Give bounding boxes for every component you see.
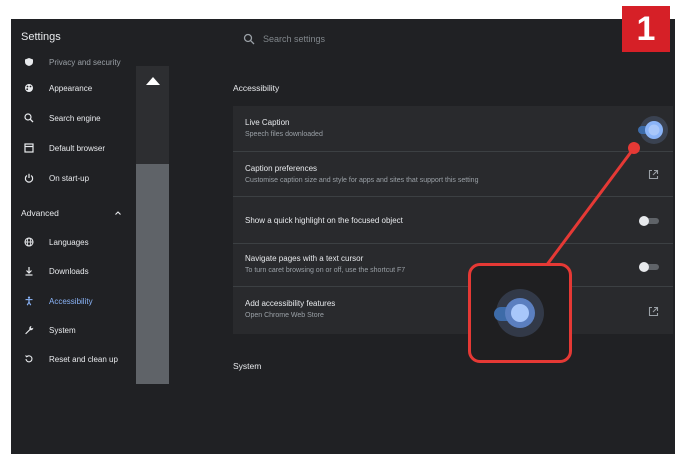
external-link-icon[interactable] xyxy=(648,306,659,317)
advanced-label: Advanced xyxy=(21,208,59,218)
app-title: Settings xyxy=(21,31,61,43)
sidebar-scrollbar[interactable] xyxy=(136,66,169,384)
sidebar-item-label: Reset and clean up xyxy=(49,354,118,364)
sidebar-item-label: System xyxy=(49,325,76,335)
globe-icon xyxy=(23,236,35,248)
sidebar-item-downloads[interactable]: Downloads xyxy=(11,260,136,282)
shield-icon xyxy=(23,56,35,68)
sidebar-advanced-toggle[interactable]: Advanced xyxy=(11,202,136,224)
sidebar-item-default-browser[interactable]: Default browser xyxy=(11,137,136,159)
sidebar: Privacy and security Appearance Search e… xyxy=(11,58,136,454)
sidebar-item-reset[interactable]: Reset and clean up xyxy=(11,348,136,370)
scrollbar-thumb[interactable] xyxy=(136,66,169,164)
palette-icon xyxy=(23,82,35,94)
live-caption-row[interactable]: Live Caption Speech files downloaded xyxy=(233,106,673,151)
sidebar-item-label: Privacy and security xyxy=(49,57,121,67)
search-bar[interactable] xyxy=(233,26,673,52)
row-subtitle: Customise caption size and style for app… xyxy=(245,177,479,184)
live-caption-toggle[interactable] xyxy=(632,112,668,148)
focus-highlight-toggle[interactable] xyxy=(639,216,659,226)
accessibility-section-title: Accessibility xyxy=(233,83,280,93)
row-title: Live Caption xyxy=(245,118,290,127)
step-badge: 1 xyxy=(622,6,670,52)
toggle-knob xyxy=(639,216,649,226)
sidebar-item-privacy[interactable]: Privacy and security xyxy=(11,55,136,69)
sidebar-item-label: Appearance xyxy=(49,83,93,93)
sidebar-item-label: Search engine xyxy=(49,113,101,123)
accessibility-icon xyxy=(23,295,35,307)
arrow-up-icon[interactable] xyxy=(145,76,161,86)
chevron-up-icon xyxy=(115,211,121,215)
sidebar-item-accessibility[interactable]: Accessibility xyxy=(11,290,136,312)
power-icon xyxy=(23,172,35,184)
wrench-icon xyxy=(23,324,35,336)
sidebar-item-appearance[interactable]: Appearance xyxy=(11,77,136,99)
sidebar-item-label: Languages xyxy=(49,237,89,247)
sidebar-item-label: Accessibility xyxy=(49,296,93,306)
sidebar-item-label: Downloads xyxy=(49,266,89,276)
sidebar-item-search-engine[interactable]: Search engine xyxy=(11,107,136,129)
download-icon xyxy=(23,265,35,277)
zoomed-toggle-icon xyxy=(494,289,544,337)
settings-window: Settings Privacy and security Appearance xyxy=(11,19,675,454)
row-title: Show a quick highlight on the focused ob… xyxy=(245,216,403,225)
caret-browsing-toggle[interactable] xyxy=(639,262,659,272)
sidebar-item-on-startup[interactable]: On start-up xyxy=(11,167,136,189)
row-subtitle: Speech files downloaded xyxy=(245,131,323,138)
browser-icon xyxy=(23,142,35,154)
caption-preferences-row[interactable]: Caption preferences Customise caption si… xyxy=(233,151,673,196)
sidebar-item-label: On start-up xyxy=(49,173,90,183)
restore-icon xyxy=(23,353,35,365)
toggle-knob xyxy=(639,262,649,272)
accessibility-card: Live Caption Speech files downloaded Cap… xyxy=(233,106,673,334)
sidebar-item-system[interactable]: System xyxy=(11,319,136,341)
focus-highlight-row[interactable]: Show a quick highlight on the focused ob… xyxy=(233,196,673,243)
search-icon xyxy=(23,112,35,124)
system-section-title: System xyxy=(233,361,262,371)
sidebar-item-label: Default browser xyxy=(49,143,106,153)
sidebar-item-languages[interactable]: Languages xyxy=(11,231,136,253)
add-accessibility-features-row[interactable]: Add accessibility features Open Chrome W… xyxy=(233,286,673,334)
row-subtitle: Open Chrome Web Store xyxy=(245,312,324,319)
external-link-icon[interactable] xyxy=(648,169,659,180)
top-bar: Settings xyxy=(11,19,675,59)
row-title: Add accessibility features xyxy=(245,299,336,308)
row-title: Caption preferences xyxy=(245,164,318,173)
caret-browsing-row[interactable]: Navigate pages with a text cursor To tur… xyxy=(233,243,673,286)
search-icon xyxy=(243,33,255,45)
search-input[interactable] xyxy=(263,34,623,44)
row-subtitle: To turn caret browsing on or off, use th… xyxy=(245,267,406,274)
row-title: Navigate pages with a text cursor xyxy=(245,254,364,263)
